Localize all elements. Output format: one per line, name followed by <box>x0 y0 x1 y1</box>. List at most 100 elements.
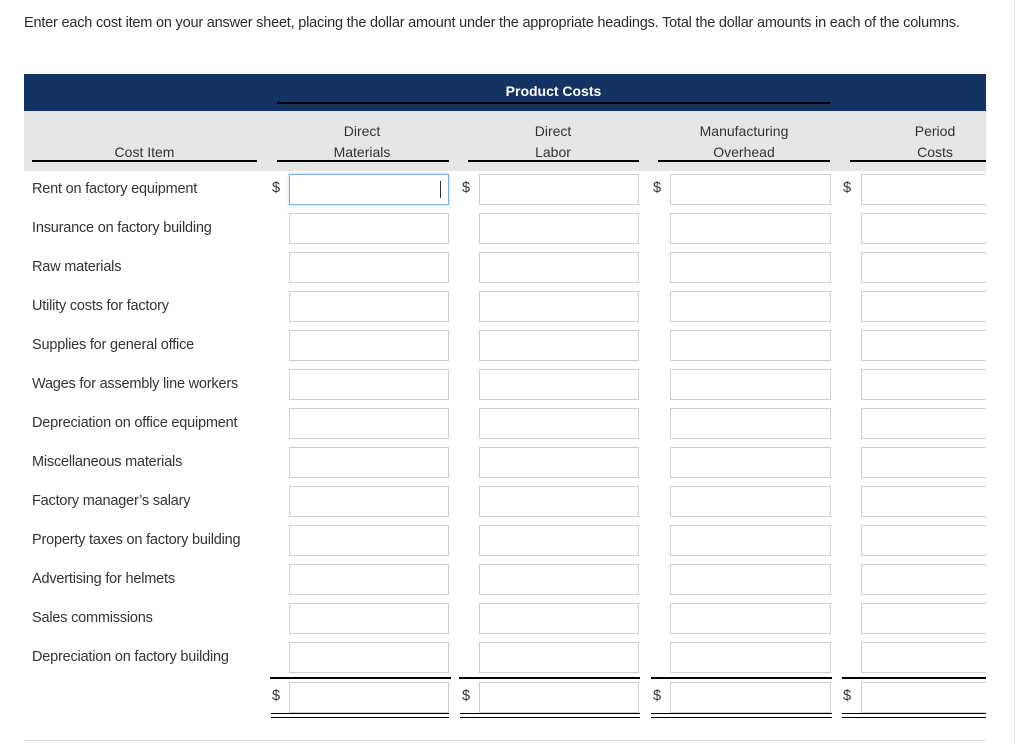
direct-labor-amount-input[interactable] <box>479 447 639 478</box>
section-divider <box>24 740 986 741</box>
manufacturing-overhead-amount-input[interactable] <box>670 447 831 478</box>
direct-labor-amount-input[interactable] <box>479 564 639 595</box>
direct-labor-amount-input[interactable] <box>479 408 639 439</box>
column-header-line: Period <box>914 123 956 139</box>
scrollbar-track[interactable] <box>1014 0 1015 744</box>
direct-materials-amount-input[interactable] <box>289 486 449 517</box>
total-period-costs-input[interactable] <box>861 682 986 713</box>
total-rule-direct-materials <box>270 677 451 679</box>
table-row: Advertising for helmets <box>24 564 986 603</box>
direct-materials-amount-input[interactable] <box>289 369 449 400</box>
column-header-line: Direct <box>534 123 572 139</box>
period-costs-amount-input[interactable] <box>861 408 986 439</box>
period-costs-amount-input[interactable] <box>861 486 986 517</box>
direct-materials-amount-input[interactable] <box>289 213 449 244</box>
total-direct-labor-input[interactable] <box>479 682 639 713</box>
table-row: Rent on factory equipment $ $ $ $ <box>24 174 986 213</box>
column-header-row: Cost Item Direct Materials Direct Labor … <box>24 111 986 171</box>
direct-materials-amount-input[interactable] <box>289 291 449 322</box>
direct-labor-amount-input[interactable] <box>479 525 639 556</box>
cost-item-label: Miscellaneous materials <box>32 454 183 470</box>
direct-materials-amount-input[interactable] <box>289 525 449 556</box>
period-costs-amount-input[interactable] <box>861 291 986 322</box>
currency-symbol: $ <box>843 180 852 196</box>
text-cursor <box>440 181 441 198</box>
total-direct-materials-input[interactable] <box>289 682 449 713</box>
double-underline-direct-materials <box>271 713 449 718</box>
direct-labor-amount-input[interactable] <box>479 486 639 517</box>
manufacturing-overhead-amount-input[interactable] <box>670 213 831 244</box>
direct-materials-amount-input[interactable] <box>289 174 449 205</box>
manufacturing-overhead-amount-input[interactable] <box>670 252 831 283</box>
cost-item-label: Depreciation on office equipment <box>32 415 238 431</box>
direct-labor-amount-input[interactable] <box>479 291 639 322</box>
cost-item-label: Rent on factory equipment <box>32 181 198 197</box>
period-costs-amount-input[interactable] <box>861 174 986 205</box>
cost-item-label: Sales commissions <box>32 610 153 626</box>
double-underline-direct-labor <box>460 713 640 718</box>
period-costs-amount-input[interactable] <box>861 642 986 673</box>
manufacturing-overhead-amount-input[interactable] <box>670 603 831 634</box>
column-underline-direct-materials <box>277 160 449 162</box>
manufacturing-overhead-amount-input[interactable] <box>670 330 831 361</box>
cost-item-label: Raw materials <box>32 259 122 275</box>
direct-materials-amount-input[interactable] <box>289 447 449 478</box>
double-underline-manufacturing-overhead <box>651 713 832 718</box>
direct-materials-amount-input[interactable] <box>289 252 449 283</box>
period-costs-amount-input[interactable] <box>861 564 986 595</box>
direct-labor-amount-input[interactable] <box>479 252 639 283</box>
manufacturing-overhead-amount-input[interactable] <box>670 525 831 556</box>
direct-materials-amount-input[interactable] <box>289 564 449 595</box>
manufacturing-overhead-amount-input[interactable] <box>670 642 831 673</box>
table-row: Utility costs for factory <box>24 291 986 330</box>
manufacturing-overhead-amount-input[interactable] <box>670 564 831 595</box>
table-row: Factory manager’s salary <box>24 486 986 525</box>
currency-symbol: $ <box>272 688 281 704</box>
table-row: Raw materials <box>24 252 986 291</box>
cost-item-label: Advertising for helmets <box>32 571 175 587</box>
column-header-line: Direct <box>343 123 381 139</box>
total-rule-direct-labor <box>459 677 640 679</box>
table-row: Insurance on factory building <box>24 213 986 252</box>
total-rule-period-costs <box>842 677 986 679</box>
double-underline-period-costs <box>842 713 986 718</box>
manufacturing-overhead-amount-input[interactable] <box>670 408 831 439</box>
period-costs-amount-input[interactable] <box>861 330 986 361</box>
table-header-bar: Product Costs <box>24 74 986 111</box>
table-row: Depreciation on factory building <box>24 642 986 681</box>
currency-symbol: $ <box>653 180 662 196</box>
direct-labor-amount-input[interactable] <box>479 369 639 400</box>
instructions-text: Enter each cost item on your answer shee… <box>24 15 960 31</box>
direct-materials-amount-input[interactable] <box>289 408 449 439</box>
currency-symbol: $ <box>272 180 281 196</box>
cost-item-label: Supplies for general office <box>32 337 194 353</box>
total-manufacturing-overhead-input[interactable] <box>670 682 831 713</box>
period-costs-amount-input[interactable] <box>861 447 986 478</box>
period-costs-amount-input[interactable] <box>861 252 986 283</box>
direct-materials-amount-input[interactable] <box>289 603 449 634</box>
period-costs-amount-input[interactable] <box>861 525 986 556</box>
currency-symbol: $ <box>843 688 852 704</box>
cost-classification-table: Product Costs Cost Item Direct Materials… <box>24 74 986 724</box>
table-row: Property taxes on factory building <box>24 525 986 564</box>
column-underline-direct-labor <box>468 160 639 162</box>
manufacturing-overhead-amount-input[interactable] <box>670 369 831 400</box>
column-header-line: Manufacturing <box>699 123 789 139</box>
direct-labor-amount-input[interactable] <box>479 603 639 634</box>
period-costs-amount-input[interactable] <box>861 369 986 400</box>
manufacturing-overhead-amount-input[interactable] <box>670 291 831 322</box>
direct-labor-amount-input[interactable] <box>479 174 639 205</box>
direct-labor-amount-input[interactable] <box>479 330 639 361</box>
column-header-direct-labor: Direct Labor <box>468 121 638 163</box>
currency-symbol: $ <box>653 688 662 704</box>
period-costs-amount-input[interactable] <box>861 603 986 634</box>
column-header-period-costs: Period Costs <box>850 121 986 163</box>
direct-labor-amount-input[interactable] <box>479 642 639 673</box>
period-costs-amount-input[interactable] <box>861 213 986 244</box>
focused-input-wrapper <box>289 174 449 205</box>
direct-materials-amount-input[interactable] <box>289 330 449 361</box>
direct-labor-amount-input[interactable] <box>479 213 639 244</box>
manufacturing-overhead-amount-input[interactable] <box>670 486 831 517</box>
manufacturing-overhead-amount-input[interactable] <box>670 174 831 205</box>
direct-materials-amount-input[interactable] <box>289 642 449 673</box>
